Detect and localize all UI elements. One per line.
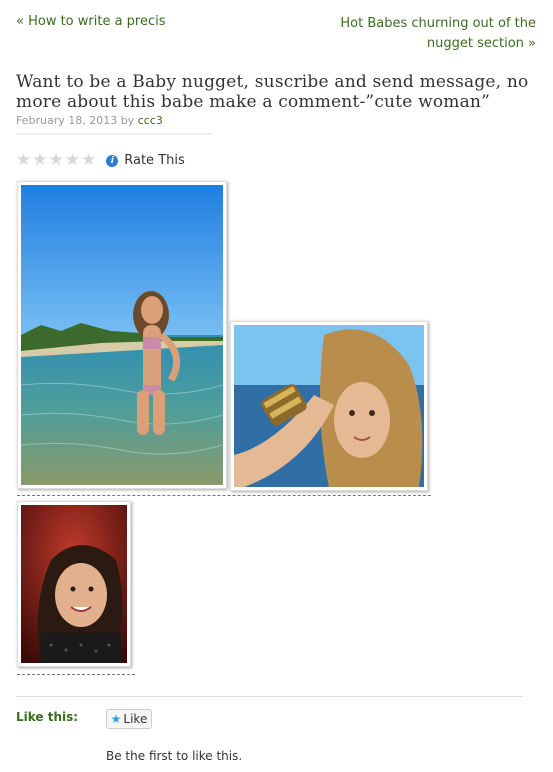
- previous-post-link[interactable]: « How to write a precis: [16, 14, 166, 29]
- next-post-link[interactable]: Hot Babes churning out of the nugget sec…: [316, 14, 536, 54]
- portrait-photo: [234, 325, 424, 487]
- like-this-label: Like this:: [16, 710, 79, 724]
- rating-star-2[interactable]: ★: [32, 152, 47, 169]
- rating-widget: ★ ★ ★ ★ ★ i Rate This: [16, 152, 185, 169]
- post-title: Want to be a Baby nugget, suscribe and s…: [16, 72, 529, 112]
- gallery-image-1[interactable]: [17, 181, 227, 489]
- rate-this-label: Rate This: [124, 153, 185, 168]
- like-button[interactable]: ★ Like: [106, 709, 152, 729]
- like-button-label: Like: [123, 712, 148, 726]
- post-meta: February 18, 2013 by ccc3: [16, 114, 211, 135]
- portrait-photo-dark: [21, 505, 127, 663]
- gallery-image-2[interactable]: [230, 321, 428, 491]
- post-author-link[interactable]: ccc3: [138, 114, 163, 127]
- info-icon[interactable]: i: [106, 154, 119, 167]
- rating-star-4[interactable]: ★: [65, 152, 80, 169]
- beach-photo: [21, 185, 223, 485]
- section-divider: [16, 696, 523, 697]
- rating-star-5[interactable]: ★: [81, 152, 96, 169]
- gallery-image-3[interactable]: [17, 501, 131, 667]
- gallery-row-divider: [17, 495, 431, 496]
- star-icon: ★: [110, 712, 122, 726]
- post-date: February 18, 2013: [16, 114, 118, 127]
- post-by: by: [120, 114, 135, 127]
- rating-stars: ★ ★ ★ ★ ★: [16, 152, 96, 169]
- rating-star-1[interactable]: ★: [16, 152, 31, 169]
- rating-star-3[interactable]: ★: [49, 152, 64, 169]
- gallery-bottom-divider: [17, 674, 135, 675]
- first-to-like-text: Be the first to like this.: [106, 749, 243, 763]
